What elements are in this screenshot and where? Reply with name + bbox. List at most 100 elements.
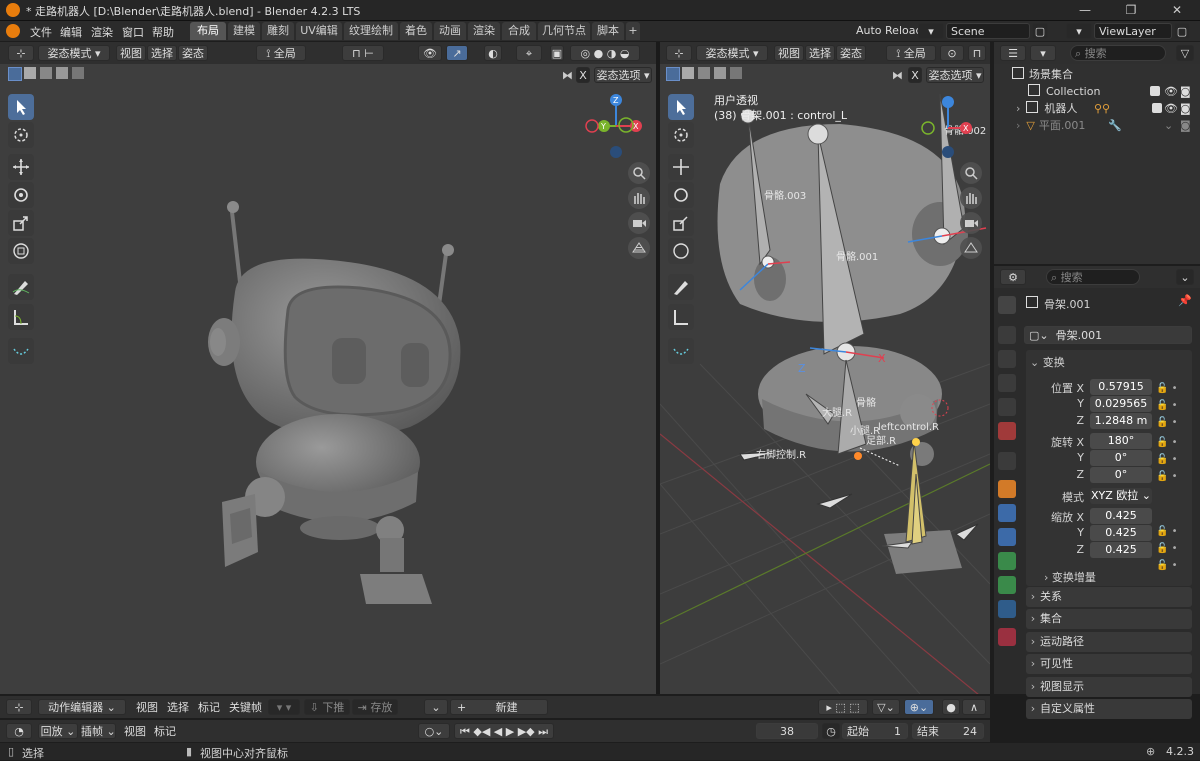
left-snap-toggle[interactable]: ⊓ ⊢ — [342, 45, 384, 61]
tab-sculpting[interactable]: 雕刻 — [262, 22, 294, 40]
texture-tab-icon[interactable] — [998, 628, 1016, 646]
dopesheet-menu-key[interactable]: 关键帧 — [229, 699, 262, 715]
menu-edit[interactable]: 编辑 — [60, 24, 82, 40]
select-new-icon[interactable] — [8, 67, 22, 81]
tab-layout[interactable]: 布局 — [190, 22, 226, 40]
scene-selector-icon[interactable]: ▾ — [918, 23, 944, 39]
lock-icon[interactable]: 🔓 • — [1156, 523, 1186, 540]
right-tool-measure[interactable] — [668, 304, 694, 330]
right-pan-hand-icon[interactable] — [960, 187, 982, 209]
plane-render-icon[interactable]: ◙ — [1180, 117, 1191, 134]
tab-uv-editing[interactable]: UV编辑 — [296, 22, 342, 40]
playback-dropdown[interactable]: 回放 ⌄ — [38, 723, 78, 739]
maximize-button[interactable]: ❐ — [1108, 0, 1154, 20]
lock-icon[interactable]: 🔓 • — [1156, 434, 1186, 451]
proportional-icon[interactable]: ● — [942, 699, 960, 715]
select-subtract-icon[interactable] — [40, 67, 52, 79]
outliner-search-input[interactable]: ⌕ 搜索 — [1070, 45, 1166, 61]
scene-tab-icon[interactable] — [998, 398, 1016, 416]
left-orientation-dropdown[interactable]: ⟟ 全局 — [256, 45, 306, 61]
left-xray-toggle[interactable]: ▣ — [550, 45, 564, 61]
left-gizmo-toggle[interactable]: ↗ — [446, 45, 468, 61]
robot-visibility-icon[interactable]: 👁 — [1164, 100, 1178, 117]
scale-x-field[interactable]: 0.425 — [1090, 508, 1152, 524]
outliner-item-collection[interactable]: Collection 👁 ◙ — [1028, 83, 1198, 100]
preview-range-icon[interactable]: ◷ — [822, 723, 840, 739]
auto-snap-icon[interactable]: ⊕⌄ — [904, 699, 934, 715]
auto-keying-toggle[interactable]: ○⌄ — [418, 723, 450, 739]
lock-icon[interactable]: 🔓 • — [1156, 451, 1186, 468]
viewlayer-field[interactable]: ViewLayer — [1094, 23, 1172, 39]
new-viewlayer-icon[interactable]: ▢ — [1174, 23, 1190, 39]
transform-header[interactable]: ⌄ 变换 — [1030, 354, 1065, 370]
filter-icon[interactable]: ▽⌄ — [872, 699, 900, 715]
left-overlay-toggle[interactable]: ◐ — [484, 45, 502, 61]
collection-checkbox[interactable] — [1150, 86, 1160, 96]
rotation-y-field[interactable]: 0° — [1090, 450, 1152, 466]
physics-tab-icon[interactable] — [998, 528, 1016, 546]
playback-controls[interactable]: ⏮ ◆◀ ◀ ▶ ▶◆ ⏭ — [454, 723, 554, 739]
start-frame-field[interactable]: 起始 1 — [842, 723, 908, 739]
minimize-button[interactable]: — — [1062, 0, 1108, 20]
right-mode-dropdown[interactable]: 姿态模式 ▾ — [696, 45, 768, 61]
scene-field[interactable]: Scene — [946, 23, 1030, 39]
right-tool-relax[interactable] — [668, 338, 694, 364]
section-viewport-display[interactable]: › 视图显示 — [1026, 677, 1192, 697]
tool-scale[interactable] — [8, 210, 34, 236]
right-orientation-dropdown[interactable]: ⟟ 全局 — [886, 45, 936, 61]
dopesheet-menu-select[interactable]: 选择 — [167, 699, 189, 715]
left-mode-dropdown[interactable]: 姿态模式 ▾ — [38, 45, 110, 61]
interpolation-icon[interactable]: ∧ — [962, 699, 986, 715]
tab-texture-paint[interactable]: 纹理绘制 — [344, 22, 398, 40]
section-motion-paths[interactable]: › 运动路径 — [1026, 632, 1192, 652]
left-menu-select[interactable]: 选择 — [147, 45, 177, 61]
timeline-editor-type-icon[interactable]: ◔ — [6, 723, 32, 739]
dopesheet-editor-type-icon[interactable]: ⊹ — [6, 699, 32, 715]
lock-icons-column[interactable]: 🔓 • 🔓 • 🔓 • 🔓 • 🔓 • 🔓 • 🔓 • 🔓 • 🔓 • — [1156, 380, 1186, 571]
camera-icon[interactable] — [628, 212, 650, 234]
tool-cursor[interactable] — [8, 122, 34, 148]
right-tool-scale[interactable] — [668, 210, 694, 236]
right-editor-type-icon[interactable]: ⊹ — [666, 45, 692, 61]
data-block-selector[interactable]: ▢⌄ 骨架.001 — [1024, 326, 1192, 344]
right-menu-pose[interactable]: 姿态 — [836, 45, 866, 61]
tool-rotate[interactable] — [8, 182, 34, 208]
collection-visibility-icon[interactable]: 👁 — [1164, 83, 1178, 100]
select-intersect-icon[interactable] — [72, 67, 84, 79]
left-pose-options[interactable]: 姿态选项 ▾ — [594, 67, 652, 83]
collection-tab-icon[interactable] — [998, 452, 1016, 470]
left-shading-modes[interactable]: ◎ ● ◑ ◒ — [570, 45, 640, 61]
new-scene-icon[interactable]: ▢ — [1032, 23, 1048, 39]
close-window-button[interactable]: ✕ — [1154, 0, 1200, 20]
tab-geometry-nodes[interactable]: 几何节点 — [538, 22, 590, 40]
tab-scripting[interactable]: 脚本 — [592, 22, 624, 40]
dopesheet-menu-marker[interactable]: 标记 — [198, 699, 220, 715]
right-zoom-icon[interactable] — [960, 162, 982, 184]
left-viewport[interactable]: ⊹ 姿态模式 ▾ 视图 选择 姿态 ⟟ 全局 ⊓ ⊢ 👁 ↗ ◐ ⌖ ▣ ◎ ●… — [0, 42, 656, 694]
timeline-menu-view[interactable]: 视图 — [124, 723, 146, 739]
right-snap-icon[interactable]: ⊓ — [968, 45, 986, 61]
select-invert-icon[interactable] — [56, 67, 68, 79]
left-select-mode-row[interactable] — [8, 67, 86, 81]
left-xray-icon[interactable]: ⌖ — [516, 45, 542, 61]
location-z-field[interactable]: 1.2848 m — [1090, 413, 1152, 429]
outliner-display-mode-icon[interactable]: ▾ — [1030, 45, 1056, 61]
tool-tab-icon[interactable] — [998, 296, 1016, 314]
keying-dropdown[interactable]: 插帧 ⌄ — [80, 723, 116, 739]
add-workspace-button[interactable]: + — [626, 22, 640, 40]
right-camera-icon[interactable] — [960, 212, 982, 234]
outliner-filter-icon[interactable]: ▽ — [1176, 45, 1194, 61]
current-frame-field[interactable]: 38 — [756, 723, 818, 739]
left-menu-view[interactable]: 视图 — [116, 45, 146, 61]
menu-render[interactable]: 渲染 — [91, 24, 113, 40]
outliner-editor-type-icon[interactable]: ☰ — [1000, 45, 1026, 61]
tab-rendering[interactable]: 渲染 — [468, 22, 500, 40]
section-visibility[interactable]: › 可见性 — [1026, 654, 1192, 674]
section-relations[interactable]: › 关系 — [1026, 587, 1192, 607]
location-x-field[interactable]: 0.57915 — [1090, 379, 1152, 395]
right-pivot-icon[interactable]: ⊙ — [940, 45, 964, 61]
right-viewport[interactable]: ⊹ 姿态模式 ▾ 视图 选择 姿态 ⟟ 全局 ⊙ ⊓ ⧓ X 姿态选项 ▾ 骨骼… — [660, 42, 990, 694]
robot-render-icon[interactable]: ◙ — [1180, 100, 1191, 117]
tool-move[interactable] — [8, 154, 34, 180]
tab-modeling[interactable]: 建模 — [228, 22, 260, 40]
